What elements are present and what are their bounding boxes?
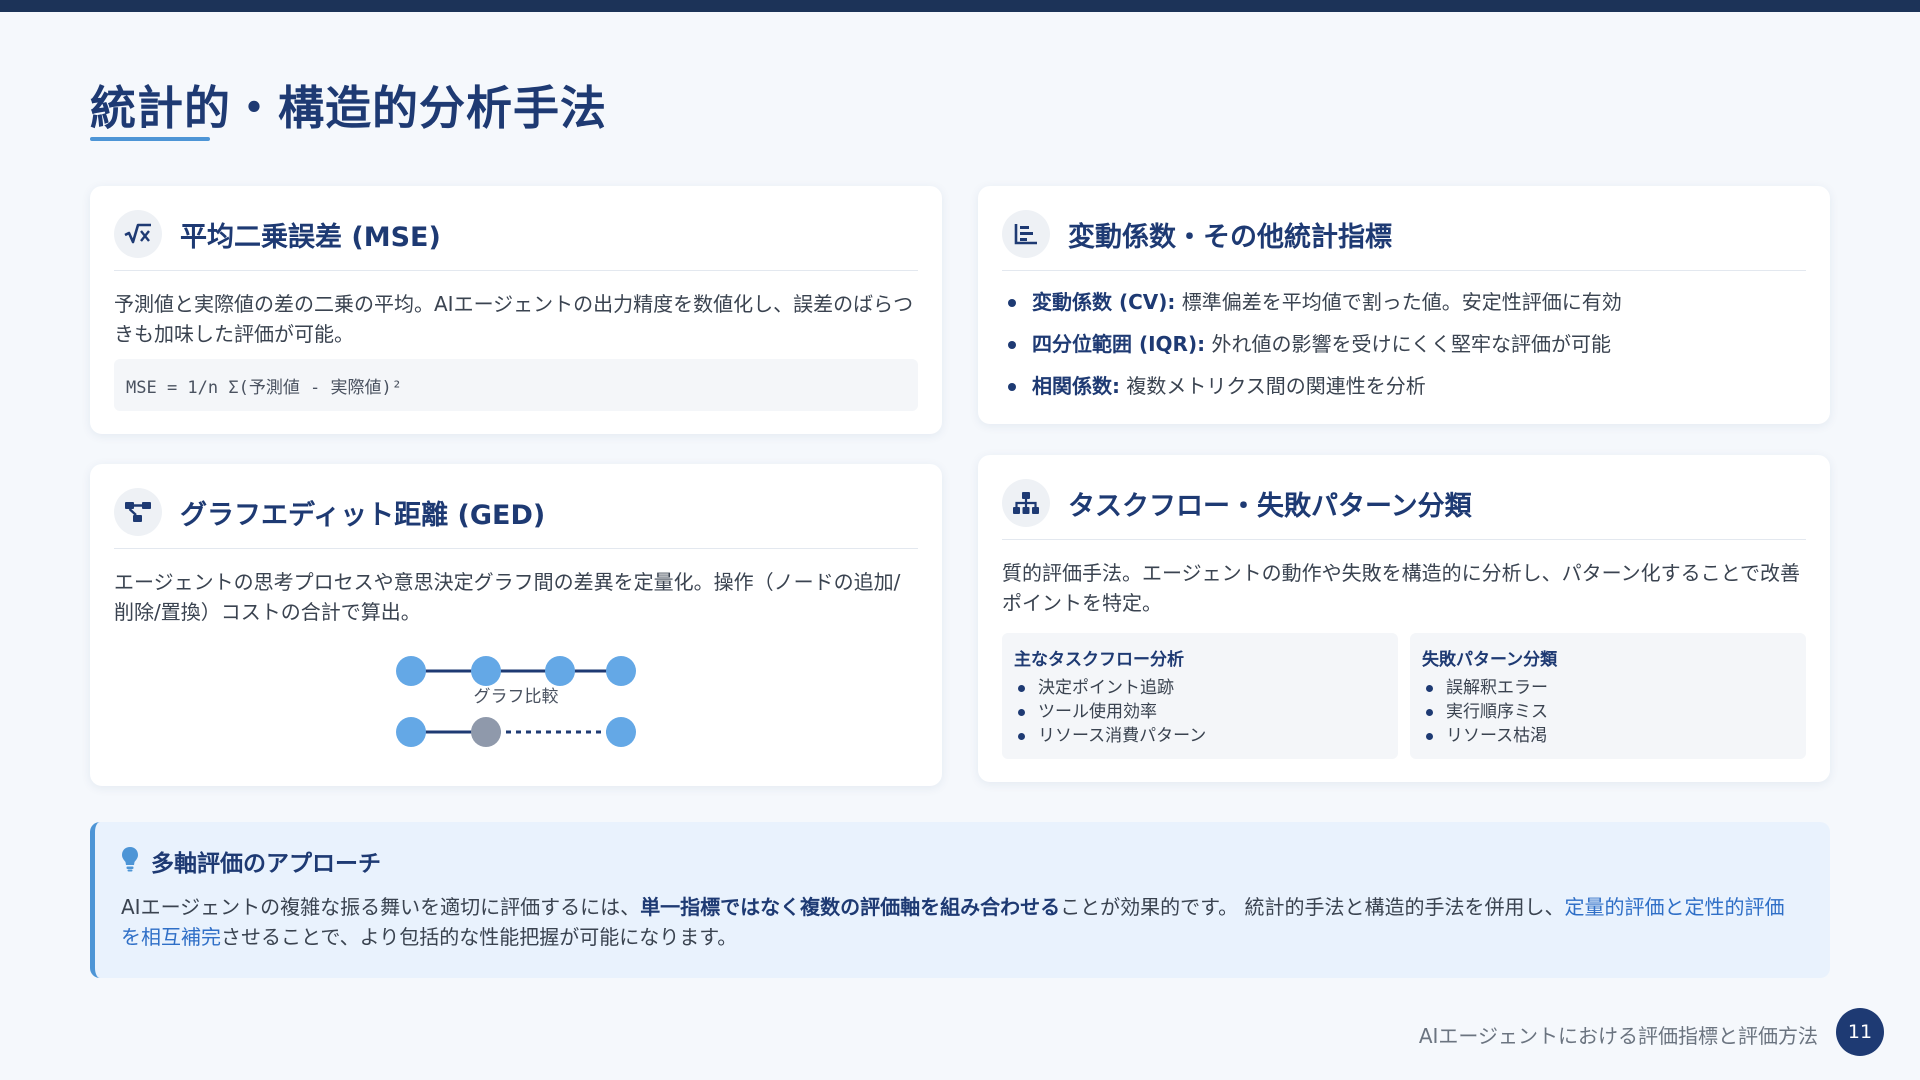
taskflow-card-header: タスクフロー・失敗パターン分類 [1002, 479, 1806, 527]
subbox-title: 主なタスクフロー分析 [1014, 650, 1184, 670]
mse-description: 予測値と実際値の差の二乗の平均。AIエージェントの出力精度を数値化し、誤差のばら… [114, 292, 914, 346]
list-item: リソース消費パターン [1014, 724, 1386, 748]
callout-text-bold: 単一指標ではなく複数の評価軸を組み合わせる [640, 895, 1061, 919]
stats-title: 変動係数・その他統計指標 [1068, 221, 1392, 253]
subbox-list: 決定ポイント追跡 ツール使用効率 リソース消費パターン [1014, 676, 1386, 748]
callout-text: AIエージェントの複雑な振る舞いを適切に評価するには、単一指標ではなく複数の評価… [121, 892, 1804, 952]
mse-title: 平均二乗誤差 (MSE) [180, 221, 441, 253]
mse-formula: MSE = 1/n Σ(予測値 - 実際値)² [114, 359, 918, 411]
top-accent-bar [0, 0, 1920, 12]
sitemap-icon [1002, 479, 1050, 527]
taskflow-title: タスクフロー・失敗パターン分類 [1068, 490, 1472, 522]
ged-card-header: グラフエディット距離 (GED) [114, 488, 918, 536]
stat-term: 四分位範囲 (IQR): [1032, 332, 1206, 356]
stats-card-header: 変動係数・その他統計指標 [1002, 210, 1806, 258]
stat-term: 変動係数 (CV): [1032, 290, 1176, 314]
taskflow-description: 質的評価手法。エージェントの動作や失敗を構造的に分析し、パターン化することで改善… [1002, 561, 1800, 615]
taskflow-analysis-box: 主なタスクフロー分析 決定ポイント追跡 ツール使用効率 リソース消費パターン [1002, 633, 1398, 759]
graph-node [396, 656, 426, 686]
mse-card: 平均二乗誤差 (MSE) 予測値と実際値の差の二乗の平均。AIエージェントの出力… [90, 186, 942, 434]
page-title: 統計的・構造的分析手法 [90, 81, 607, 135]
list-item: ツール使用効率 [1014, 700, 1386, 724]
callout-text-part: ことが効果的です。 統計的手法と構造的手法を併用し、 [1060, 895, 1565, 919]
graph-node [396, 717, 426, 747]
divider [114, 270, 918, 271]
list-item: 実行順序ミス [1422, 700, 1794, 724]
graph-node [545, 656, 575, 686]
graph-label: グラフ比較 [474, 687, 559, 707]
ged-card: グラフエディット距離 (GED) エージェントの思考プロセスや意思決定グラフ間の… [90, 464, 942, 786]
subbox-list: 誤解釈エラー 実行順序ミス リソース枯渇 [1422, 676, 1794, 748]
footer-title: AIエージェントにおける評価指標と評価方法 [1418, 1024, 1818, 1048]
stats-list: 変動係数 (CV): 標準偏差を平均値で割った値。安定性評価に有効 四分位範囲 … [1002, 287, 1806, 401]
stat-desc: 外れ値の影響を受けにくく堅牢な評価が可能 [1211, 332, 1612, 356]
page-number-badge: 11 [1836, 1008, 1884, 1056]
list-item: 四分位範囲 (IQR): 外れ値の影響を受けにくく堅牢な評価が可能 [1002, 329, 1806, 359]
ged-description: エージェントの思考プロセスや意思決定グラフ間の差異を定量化。操作（ノードの追加/… [114, 570, 901, 624]
divider [1002, 270, 1806, 271]
chart-bar-icon [1002, 210, 1050, 258]
list-item: 誤解釈エラー [1422, 676, 1794, 700]
callout-title: 多軸評価のアプローチ [151, 851, 381, 877]
multi-axis-callout: 多軸評価のアプローチ AIエージェントの複雑な振る舞いを適切に評価するには、単一… [90, 822, 1830, 978]
subbox-title: 失敗パターン分類 [1422, 650, 1558, 670]
list-item: リソース枯渇 [1422, 724, 1794, 748]
callout-header: 多軸評価のアプローチ [121, 844, 1804, 878]
mse-card-header: 平均二乗誤差 (MSE) [114, 210, 918, 258]
list-item: 決定ポイント追跡 [1014, 676, 1386, 700]
list-item: 変動係数 (CV): 標準偏差を平均値で割った値。安定性評価に有効 [1002, 287, 1806, 317]
divider [114, 548, 918, 549]
graph-node [471, 656, 501, 686]
callout-text-part: AIエージェントの複雑な振る舞いを適切に評価するには、 [121, 895, 641, 919]
ged-title: グラフエディット距離 (GED) [180, 499, 546, 531]
taskflow-card: タスクフロー・失敗パターン分類 質的評価手法。エージェントの動作や失敗を構造的に… [978, 455, 1830, 782]
lightbulb-icon [121, 846, 139, 876]
stat-desc: 複数メトリクス間の関連性を分析 [1126, 374, 1426, 398]
list-item: 相関係数: 複数メトリクス間の関連性を分析 [1002, 371, 1806, 401]
title-underline [90, 137, 210, 141]
stat-term: 相関係数: [1032, 374, 1120, 398]
graph-node [606, 656, 636, 686]
stats-card: 変動係数・その他統計指標 変動係数 (CV): 標準偏差を平均値で割った値。安定… [978, 186, 1830, 424]
stat-desc: 標準偏差を平均値で割った値。安定性評価に有効 [1181, 290, 1622, 314]
graph-node-removed [471, 717, 501, 747]
divider [1002, 539, 1806, 540]
failure-pattern-box: 失敗パターン分類 誤解釈エラー 実行順序ミス リソース枯渇 [1410, 633, 1806, 759]
callout-text-part: させることで、より包括的な性能把握が可能になります。 [221, 925, 738, 949]
graph-node [606, 717, 636, 747]
project-diagram-icon [114, 488, 162, 536]
square-root-icon [114, 210, 162, 258]
